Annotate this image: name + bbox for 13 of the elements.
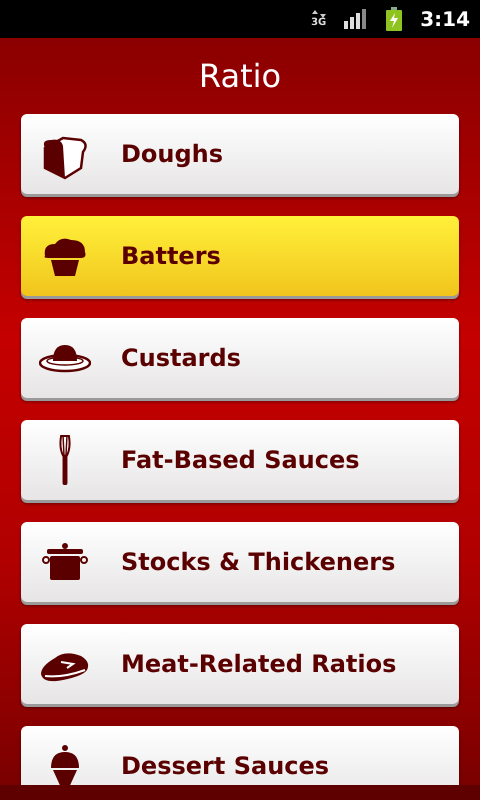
category-button[interactable]: Batters [21,216,459,296]
category-button[interactable]: Doughs [21,114,459,194]
data-network-indicator: 3G [311,10,326,28]
category-button[interactable]: Dessert Sauces [21,726,459,785]
category-button[interactable]: Custards [21,318,459,398]
category-button[interactable]: Stocks & Thickeners [21,522,459,602]
app-title: Ratio [198,56,282,97]
category-button[interactable]: Meat-Related Ratios [21,624,459,704]
clock: 3:14 [420,7,470,31]
custard-icon [39,343,91,373]
signal-icon [344,9,368,29]
category-button[interactable]: Fat-Based Sauces [21,420,459,500]
whisk-icon [57,434,73,486]
